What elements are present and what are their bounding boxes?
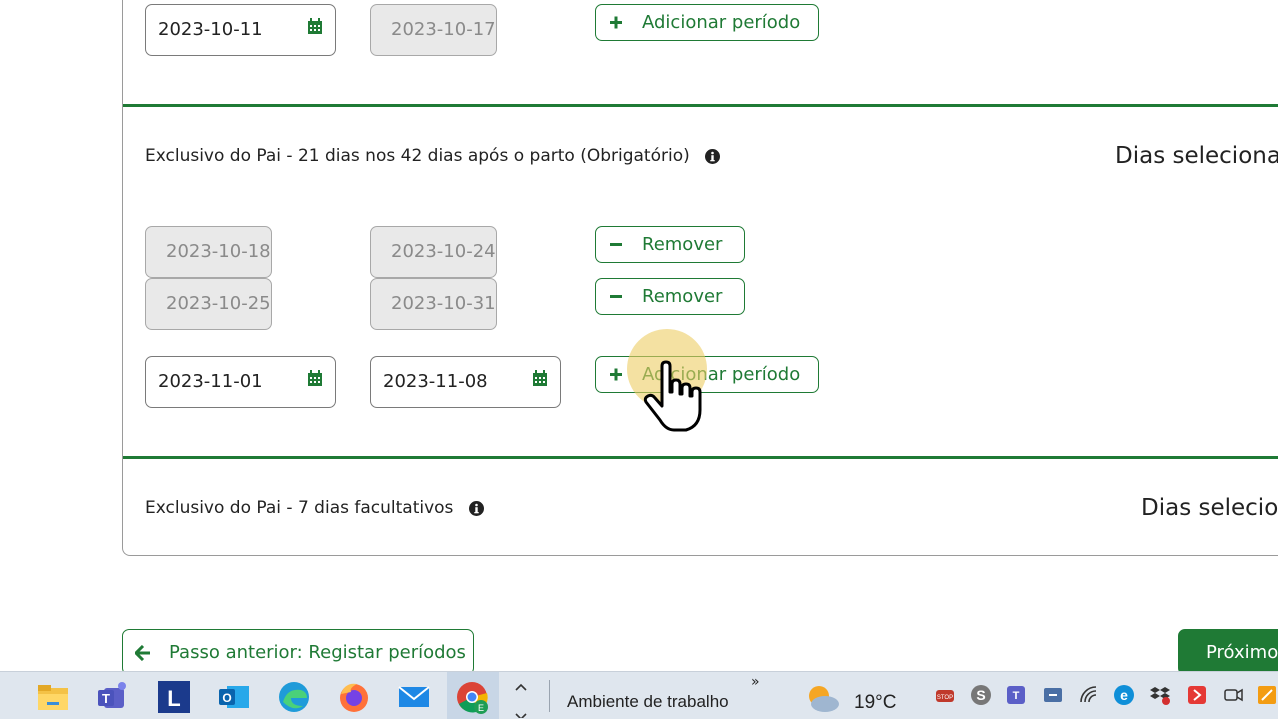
section-title-pai-7: Exclusivo do Pai - 7 dias facultativos [145, 498, 484, 518]
period-1-start: 2023-10-18 [145, 226, 272, 278]
calendar-icon[interactable] [307, 370, 323, 387]
outlook-icon[interactable]: O [217, 680, 251, 714]
svg-text:T: T [102, 691, 110, 706]
dropbox-icon[interactable] [1149, 684, 1171, 706]
new-end-date-input[interactable]: 2023-11-08 [370, 356, 561, 408]
next-step-label: Próximo [1206, 642, 1278, 663]
section-title-text: Exclusivo do Pai - 7 dias facultativos [145, 498, 454, 518]
edge-tray-icon[interactable]: e [1113, 684, 1135, 706]
period-2-end-value: 2023-10-31 [391, 293, 496, 314]
section-divider [123, 104, 1278, 107]
section-title-text: Exclusivo do Pai - 21 dias nos 42 dias a… [145, 146, 690, 166]
taskbar-separator [549, 680, 550, 712]
desktop-toolbar-label[interactable]: Ambiente de trabalho [567, 692, 729, 712]
period-2-end: 2023-10-31 [370, 278, 497, 330]
orange-app-icon[interactable] [1256, 684, 1278, 706]
minus-icon [610, 243, 622, 246]
section-divider [123, 456, 1278, 459]
remove-label: Remover [642, 234, 723, 255]
svg-text:STOP: STOP [937, 695, 953, 701]
new-start-date-value: 2023-11-01 [158, 371, 263, 392]
svg-text:e: e [1120, 687, 1128, 703]
svg-text:S: S [976, 687, 985, 703]
chrome-icon[interactable]: E [455, 680, 489, 714]
end-date-value: 2023-10-17 [391, 19, 496, 40]
teams-icon[interactable]: T [96, 680, 130, 714]
period-2-start: 2023-10-25 [145, 278, 272, 330]
section-title-pai-21: Exclusivo do Pai - 21 dias nos 42 dias a… [145, 146, 721, 166]
period-2-start-value: 2023-10-25 [166, 293, 271, 314]
end-date-input: 2023-10-17 [370, 4, 497, 56]
file-explorer-icon[interactable] [36, 680, 70, 714]
chevron-right-icon[interactable]: » [751, 674, 760, 690]
dias-selecionados-label: Dias selecionad [1115, 143, 1278, 169]
skype-icon[interactable]: S [970, 684, 992, 706]
minus-icon [610, 295, 622, 298]
remove-period-1-button[interactable]: Remover [595, 226, 745, 263]
period-1-end-value: 2023-10-24 [391, 241, 496, 262]
start-date-input[interactable]: 2023-10-11 [145, 4, 336, 56]
red-app-icon[interactable] [1186, 684, 1208, 706]
info-icon[interactable] [705, 148, 721, 164]
svg-text:L: L [167, 686, 180, 711]
svg-text:O: O [222, 691, 231, 705]
wifi-icon[interactable] [1078, 684, 1100, 706]
stop-app-icon[interactable]: STOP [934, 684, 956, 706]
weather-icon[interactable] [803, 682, 843, 714]
mail-icon[interactable] [397, 680, 431, 714]
plus-icon [610, 368, 622, 381]
edge-icon[interactable] [277, 680, 311, 714]
new-end-date-value: 2023-11-08 [383, 371, 488, 392]
start-date-value: 2023-10-11 [158, 19, 263, 40]
arrow-left-icon [135, 645, 150, 661]
dias-selecionados-label-2: Dias selecion [1141, 495, 1278, 521]
previous-step-label: Passo anterior: Registar períodos [169, 642, 466, 663]
period-1-end: 2023-10-24 [370, 226, 497, 278]
meet-icon[interactable] [1222, 684, 1244, 706]
remove-label: Remover [642, 286, 723, 307]
add-period-button[interactable]: Adicionar período [595, 4, 819, 41]
taskbar-scroll-icon[interactable] [513, 678, 529, 718]
svg-text:E: E [478, 703, 484, 713]
period-1-start-value: 2023-10-18 [166, 241, 271, 262]
teams-new-icon[interactable]: T [1005, 684, 1027, 706]
temperature-label[interactable]: 19°C [854, 692, 896, 714]
l-app-icon[interactable]: L [157, 680, 191, 714]
info-icon[interactable] [468, 500, 484, 516]
calendar-icon[interactable] [532, 370, 548, 387]
previous-step-button[interactable]: Passo anterior: Registar períodos [122, 629, 474, 675]
remove-period-2-button[interactable]: Remover [595, 278, 745, 315]
add-period-label: Adicionar período [642, 12, 801, 33]
plus-icon [610, 16, 622, 29]
svg-text:T: T [1013, 690, 1020, 702]
app-tray-icon[interactable] [1042, 684, 1064, 706]
windows-taskbar: T L O E Ambiente de trabalho » 19°C STOP… [0, 671, 1278, 719]
next-step-button[interactable]: Próximo [1178, 629, 1278, 675]
calendar-icon[interactable] [307, 18, 323, 35]
hand-cursor-icon [643, 360, 702, 432]
firefox-icon[interactable] [337, 680, 371, 714]
new-start-date-input[interactable]: 2023-11-01 [145, 356, 336, 408]
